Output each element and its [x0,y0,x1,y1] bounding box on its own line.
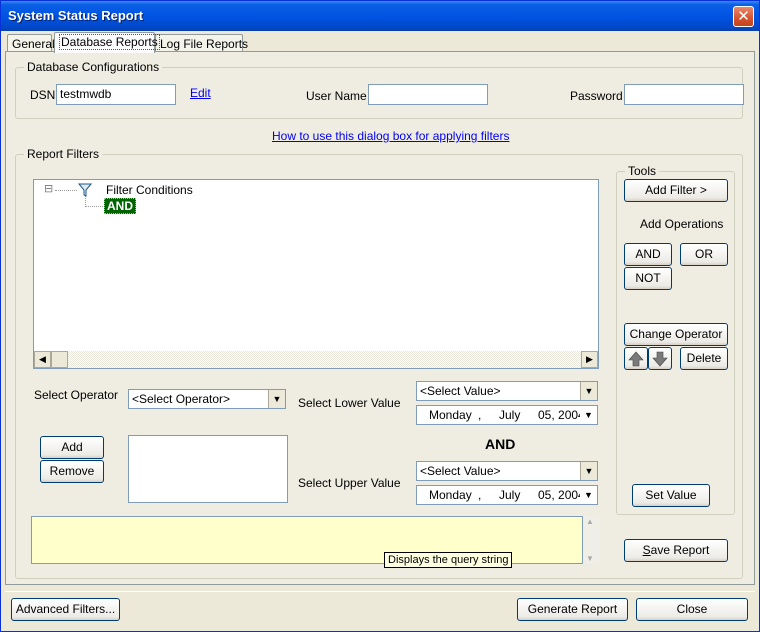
add-button[interactable]: Add [40,436,104,459]
chevron-down-icon[interactable]: ▼ [580,406,597,424]
scroll-thumb[interactable] [51,351,68,368]
chevron-down-icon[interactable]: ▼ [580,486,597,504]
upper-date-sep: , [478,488,482,502]
tree-connector-child [85,206,103,207]
add-operations-label: Add Operations [640,217,724,231]
scroll-right-icon[interactable]: ▶ [581,351,598,368]
arrow-down-icon [652,351,668,367]
lower-date-picker[interactable]: Monday , July 05, 2004 ▼ [416,405,598,425]
and-button[interactable]: AND [624,243,672,266]
save-report-label: ave Report [650,543,710,557]
title-bar[interactable]: System Status Report ✕ [1,1,759,31]
password-label: Password [570,89,623,103]
upper-value-combo[interactable]: <Select Value> ▼ [416,461,598,481]
help-filters-link[interactable]: How to use this dialog box for applying … [272,129,509,143]
remove-button[interactable]: Remove [40,460,104,483]
select-upper-value-label: Select Upper Value [298,476,401,490]
tree-root-label[interactable]: Filter Conditions [106,183,193,197]
move-up-button[interactable] [624,347,648,370]
edit-dsn-link[interactable]: Edit [190,86,211,100]
footer-separator [5,591,755,592]
scroll-down-icon[interactable]: ▼ [586,554,594,563]
lower-date-month: July [499,408,521,422]
chevron-down-icon[interactable]: ▼ [580,382,597,400]
report-window: System Status Report ✕ General Database … [0,0,760,632]
tab-log-file-reports-label: Log File Reports [160,37,249,51]
tree-collapse-icon[interactable]: ⊟ [44,182,53,195]
tab-database-reports-label: Database Reports [59,34,160,50]
or-button[interactable]: OR [680,243,728,266]
set-value-button[interactable]: Set Value [632,484,710,507]
operator-combo-value: <Select Operator> [132,392,231,406]
upper-date-picker[interactable]: Monday , July 05, 2004 ▼ [416,485,598,505]
window-title: System Status Report [8,8,144,23]
change-operator-button[interactable]: Change Operator [624,323,728,346]
values-listbox[interactable] [128,435,288,503]
close-window-icon[interactable]: ✕ [733,6,754,27]
query-vertical-scrollbar[interactable]: ▲ ▼ [583,516,600,564]
advanced-filters-button[interactable]: Advanced Filters... [11,598,120,621]
lower-value-combo-text: <Select Value> [420,384,501,398]
delete-button[interactable]: Delete [680,347,728,370]
save-report-button[interactable]: Save Report [624,539,728,562]
close-button[interactable]: Close [636,598,748,621]
select-lower-value-label: Select Lower Value [298,396,401,410]
upper-value-combo-text: <Select Value> [420,464,501,478]
lower-date-day: Monday [429,408,472,422]
upper-date-month: July [499,488,521,502]
tab-general-label: General [12,37,55,51]
filter-funnel-icon [78,183,92,197]
arrow-up-icon [628,351,644,367]
tree-and-node[interactable]: AND [104,198,136,214]
lower-value-combo[interactable]: <Select Value> ▼ [416,381,598,401]
tree-connector [55,190,77,191]
not-button[interactable]: NOT [624,267,672,290]
save-report-mnemonic: S [642,543,651,557]
add-filter-button[interactable]: Add Filter > [624,179,728,202]
upper-date-value: 05, 2004 [538,488,585,502]
scroll-left-icon[interactable]: ◀ [34,351,51,368]
generate-report-button[interactable]: Generate Report [517,598,628,621]
database-configurations-legend: Database Configurations [24,60,163,74]
tab-general[interactable]: General [7,34,55,52]
lower-date-value: 05, 2004 [538,408,585,422]
tab-database-reports[interactable]: Database Reports [54,32,160,53]
tree-horizontal-scrollbar[interactable]: ◀ ▶ [34,351,598,368]
tab-log-file-reports[interactable]: Log File Reports [155,34,248,52]
username-input[interactable] [368,84,488,105]
upper-date-day: Monday [429,488,472,502]
password-input[interactable] [624,84,744,105]
dsn-input[interactable]: testmwdb [56,84,176,105]
and-operator-label: AND [485,436,516,452]
move-down-button[interactable] [648,347,672,370]
username-label: User Name [306,89,367,103]
query-tooltip: Displays the query string [384,552,513,568]
scroll-up-icon[interactable]: ▲ [586,517,594,526]
lower-date-sep: , [478,408,482,422]
operator-combo[interactable]: <Select Operator> ▼ [128,389,286,409]
report-filters-legend: Report Filters [24,147,103,161]
tools-legend: Tools [625,164,660,178]
chevron-down-icon[interactable]: ▼ [268,390,285,408]
select-operator-label: Select Operator [34,388,119,402]
dsn-label: DSN [30,88,56,102]
chevron-down-icon[interactable]: ▼ [580,462,597,480]
